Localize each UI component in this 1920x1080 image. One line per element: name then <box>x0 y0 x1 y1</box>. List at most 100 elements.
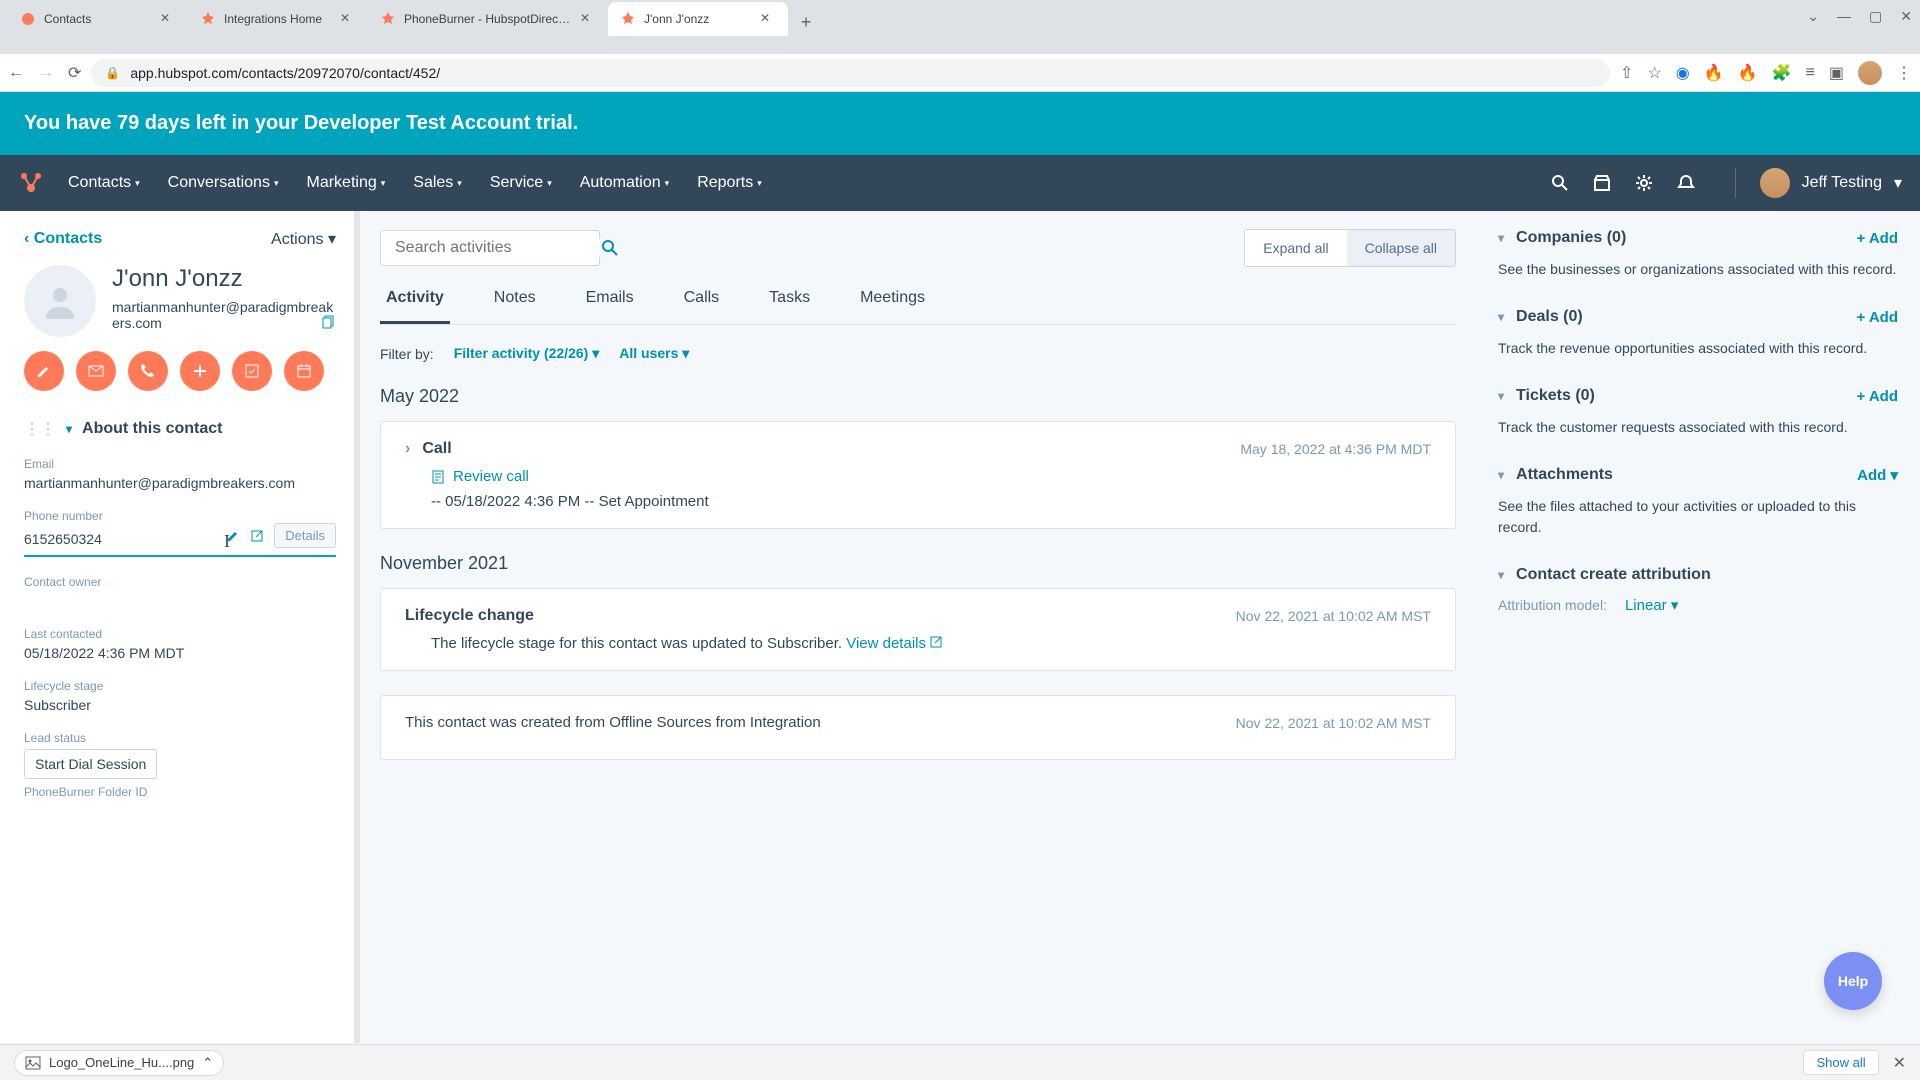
hubspot-logo-icon[interactable] <box>18 170 44 196</box>
tab-tasks[interactable]: Tasks <box>763 289 816 324</box>
chevron-down-icon[interactable]: ▾ <box>1498 389 1504 403</box>
email-value[interactable]: martianmanhunter@paradigmbreakers.com <box>24 475 336 491</box>
actions-dropdown[interactable]: Actions ▾ <box>271 229 336 249</box>
activity-feed: Expand all Collapse all Activity Notes E… <box>360 211 1476 1043</box>
drag-handle-icon[interactable]: ⋮⋮ <box>24 419 56 439</box>
companies-section: ▾Companies (0) + Add See the businesses … <box>1498 229 1898 280</box>
browser-tab[interactable]: Contacts ✕ <box>8 2 188 36</box>
close-tab-icon[interactable]: ✕ <box>580 11 596 27</box>
activity-body: This contact was created from Offline So… <box>405 714 821 731</box>
side-panel-icon[interactable]: ▣ <box>1829 63 1844 83</box>
all-users-dropdown[interactable]: All users ▾ <box>619 345 689 362</box>
extension-icon[interactable]: ◉ <box>1676 63 1690 83</box>
nav-reports[interactable]: Reports▾ <box>697 174 762 192</box>
nav-contacts[interactable]: Contacts▾ <box>68 174 140 192</box>
contact-avatar[interactable] <box>24 265 96 337</box>
nav-conversations[interactable]: Conversations▾ <box>168 174 279 192</box>
email-button[interactable] <box>76 351 116 391</box>
forward-icon[interactable]: → <box>38 64 54 82</box>
edit-icon[interactable] <box>226 529 240 543</box>
chevron-down-icon[interactable]: ▾ <box>1498 468 1504 482</box>
chevron-down-icon[interactable]: ▾ <box>1498 568 1504 582</box>
start-dial-session-button[interactable]: Start Dial Session <box>24 749 157 779</box>
chevron-down-icon[interactable]: ⌄ <box>1807 8 1819 25</box>
task-button[interactable] <box>232 351 272 391</box>
close-tab-icon[interactable]: ✕ <box>340 11 356 27</box>
close-tab-icon[interactable]: ✕ <box>160 11 176 27</box>
close-download-bar-icon[interactable]: ✕ <box>1893 1053 1906 1073</box>
marketplace-icon[interactable] <box>1593 174 1611 192</box>
nav-sales[interactable]: Sales▾ <box>413 174 462 192</box>
extension-icon[interactable]: 🔥 <box>1704 63 1724 83</box>
download-chip[interactable]: Logo_OneLine_Hu....png ⌃ <box>14 1050 224 1076</box>
browser-tab-active[interactable]: J'onn J'onzz ✕ <box>608 2 788 36</box>
back-icon[interactable]: ← <box>8 64 24 82</box>
tab-notes[interactable]: Notes <box>488 289 542 324</box>
add-company-button[interactable]: + Add <box>1856 230 1898 247</box>
chevron-up-icon[interactable]: ⌃ <box>202 1055 213 1071</box>
show-all-downloads[interactable]: Show all <box>1803 1050 1878 1075</box>
activity-card-created[interactable]: This contact was created from Offline So… <box>380 695 1456 760</box>
profile-avatar[interactable] <box>1858 61 1882 85</box>
browser-tab[interactable]: Integrations Home ✕ <box>188 2 368 36</box>
filter-label: Filter by: <box>380 346 434 362</box>
search-icon[interactable] <box>1551 174 1569 192</box>
nav-automation[interactable]: Automation▾ <box>580 174 669 192</box>
attribution-model-label: Attribution model: <box>1498 597 1607 613</box>
menu-icon[interactable]: ⋮ <box>1896 63 1912 83</box>
chevron-right-icon[interactable]: › <box>405 440 410 458</box>
maximize-icon[interactable]: ▢ <box>1869 8 1882 25</box>
lifecycle-value[interactable]: Subscriber <box>24 697 336 713</box>
chevron-down-icon[interactable]: ▾ <box>1498 310 1504 324</box>
tab-activity[interactable]: Activity <box>380 289 450 324</box>
tab-calls[interactable]: Calls <box>678 289 726 324</box>
attribution-model-dropdown[interactable]: Linear ▾ <box>1625 596 1678 614</box>
reading-list-icon[interactable]: ≡ <box>1806 64 1815 82</box>
phone-details-button[interactable]: Details <box>274 523 336 548</box>
collapse-all-button[interactable]: Collapse all <box>1347 230 1455 266</box>
search-input[interactable] <box>395 239 602 257</box>
call-button[interactable] <box>128 351 168 391</box>
extensions-icon[interactable]: 🧩 <box>1772 63 1792 83</box>
nav-service[interactable]: Service▾ <box>490 174 552 192</box>
add-deal-button[interactable]: + Add <box>1856 309 1898 326</box>
new-tab-button[interactable]: + <box>792 8 820 36</box>
meeting-button[interactable] <box>284 351 324 391</box>
tab-meetings[interactable]: Meetings <box>854 289 931 324</box>
activity-card-call[interactable]: ›Call May 18, 2022 at 4:36 PM MDT Review… <box>380 421 1456 529</box>
back-to-contacts[interactable]: ‹ Contacts <box>24 230 102 248</box>
settings-icon[interactable] <box>1635 174 1653 192</box>
about-section-toggle[interactable]: ⋮⋮ ▾ About this contact <box>24 419 336 439</box>
close-window-icon[interactable]: ✕ <box>1900 8 1912 25</box>
tab-emails[interactable]: Emails <box>580 289 640 324</box>
url-bar[interactable]: 🔒 app.hubspot.com/contacts/20972070/cont… <box>91 59 1610 87</box>
copy-icon[interactable] <box>322 315 336 329</box>
account-menu[interactable]: Jeff Testing ▾ <box>1735 168 1902 198</box>
activity-card-lifecycle[interactable]: Lifecycle change Nov 22, 2021 at 10:02 A… <box>380 588 1456 671</box>
extension-icon[interactable]: 🔥 <box>1738 63 1758 83</box>
view-details-link[interactable]: View details <box>846 635 942 652</box>
minimize-icon[interactable]: — <box>1837 8 1851 25</box>
chevron-down-icon: ▾ <box>1894 173 1902 193</box>
review-call-link[interactable]: Review call <box>431 468 1431 485</box>
add-attachment-dropdown[interactable]: Add ▾ <box>1857 466 1898 484</box>
notifications-icon[interactable] <box>1677 174 1695 192</box>
bookmark-icon[interactable]: ☆ <box>1647 63 1661 83</box>
browser-tab[interactable]: PhoneBurner - HubspotDirect Ac ✕ <box>368 2 608 36</box>
help-button[interactable]: Help <box>1824 952 1882 1010</box>
add-ticket-button[interactable]: + Add <box>1856 388 1898 405</box>
owner-value[interactable] <box>24 593 336 609</box>
share-icon[interactable]: ⇧ <box>1620 63 1633 83</box>
note-button[interactable] <box>24 351 64 391</box>
reload-icon[interactable]: ⟳ <box>68 63 81 83</box>
log-button[interactable] <box>180 351 220 391</box>
scrollbar[interactable] <box>354 211 360 1043</box>
chevron-down-icon[interactable]: ▾ <box>1498 231 1504 245</box>
nav-marketing[interactable]: Marketing▾ <box>306 174 385 192</box>
search-icon[interactable] <box>602 240 618 256</box>
close-tab-icon[interactable]: ✕ <box>760 11 776 27</box>
expand-all-button[interactable]: Expand all <box>1245 230 1346 266</box>
external-link-icon[interactable] <box>250 529 264 543</box>
filter-activity-dropdown[interactable]: Filter activity (22/26) ▾ <box>454 345 600 362</box>
search-activities[interactable] <box>380 230 600 266</box>
